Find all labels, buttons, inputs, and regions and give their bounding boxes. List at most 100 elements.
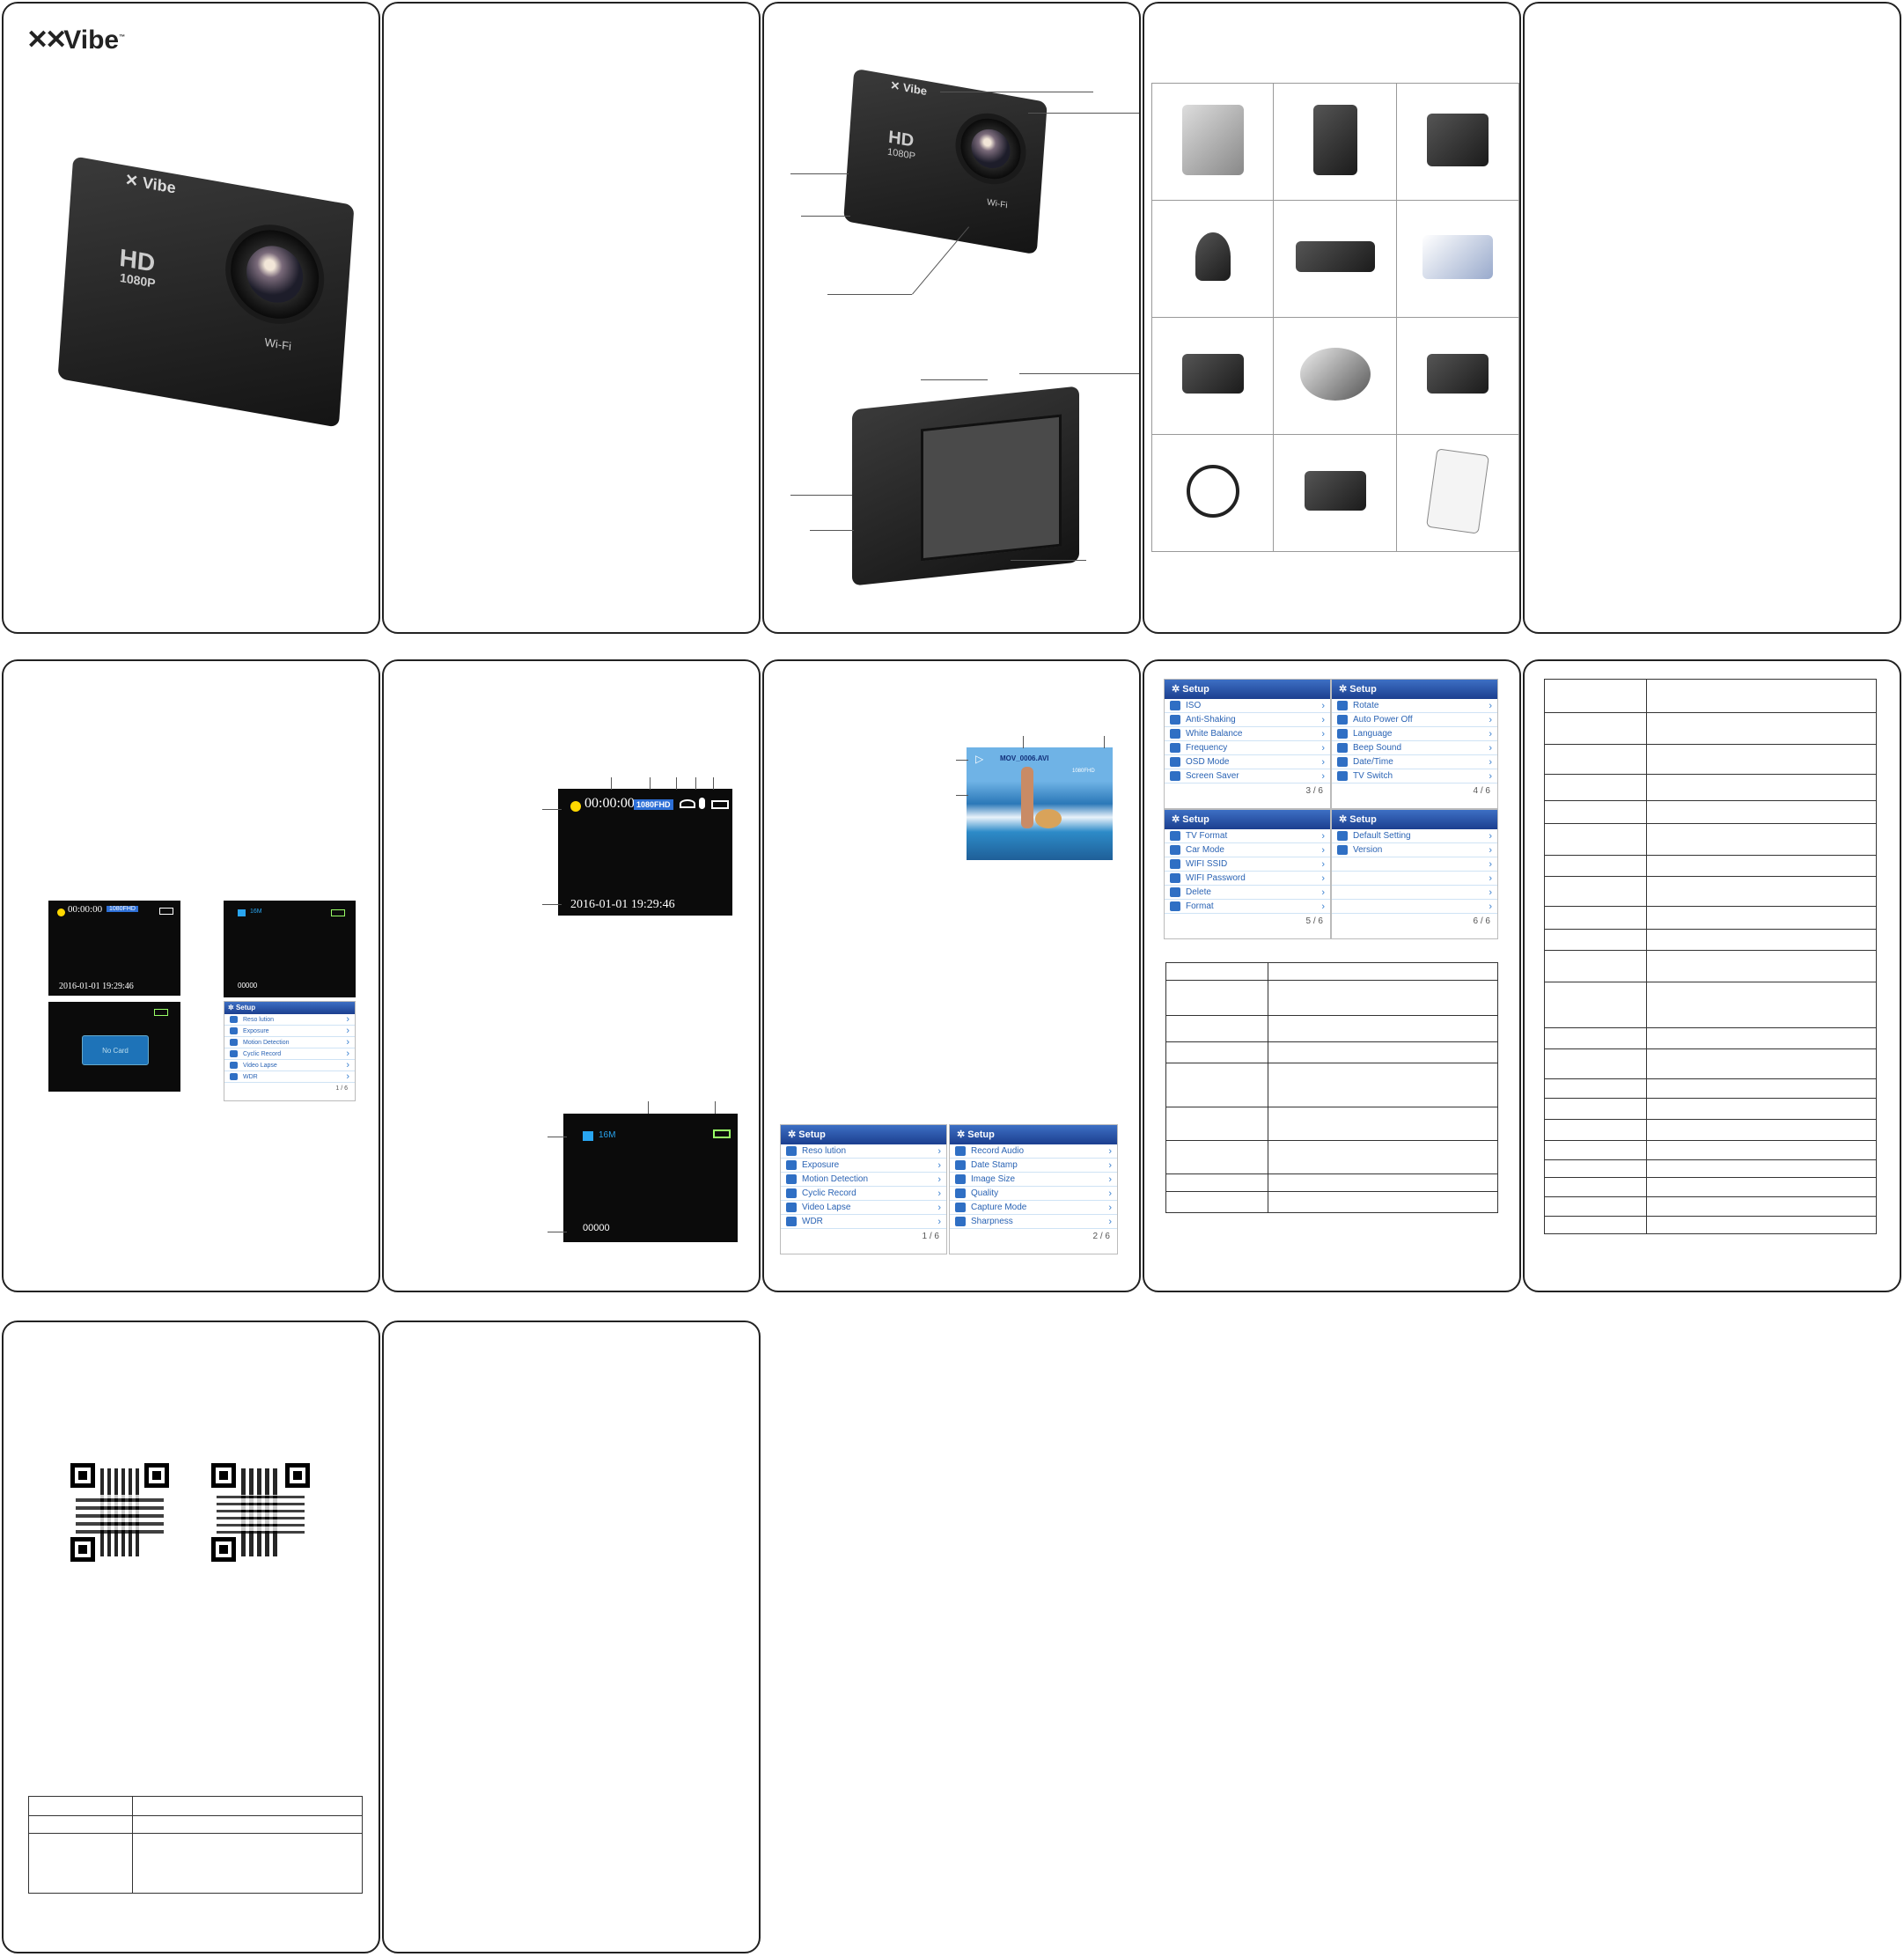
menu-item[interactable]: Frequency › <box>1165 741 1330 755</box>
setup-menu-page-5: ✲ Setup TV Format › Car Mode › WIFI SSID › … <box>1164 809 1331 939</box>
dog-figure <box>1035 809 1062 828</box>
menu-item[interactable]: Date Stamp › <box>950 1159 1117 1173</box>
menu-item[interactable]: Quality › <box>950 1187 1117 1201</box>
menu-item[interactable]: Motion Detection › <box>224 1037 355 1048</box>
menu-item[interactable]: Sharpness › <box>950 1215 1117 1229</box>
panel-screens-overview: 00:00:00 1080FHD 2016-01-01 19:29:46 No … <box>2 659 380 1292</box>
menu-item[interactable]: Format › <box>1165 900 1330 914</box>
page-indicator: 3 / 6 <box>1305 786 1323 796</box>
menu-item[interactable]: › <box>1332 872 1497 886</box>
menu-item[interactable]: Auto Power Off › <box>1332 713 1497 727</box>
menu-item[interactable]: White Balance › <box>1165 727 1330 741</box>
qr-code-icon[interactable] <box>70 1463 169 1562</box>
playback-resolution: 1080FHD <box>1072 769 1095 774</box>
menu-item[interactable]: Car Mode › <box>1165 843 1330 857</box>
menu-item[interactable]: WDR › <box>781 1215 946 1229</box>
menu-item[interactable]: Cyclic Record › <box>781 1187 946 1201</box>
menu-item[interactable]: › <box>1332 900 1497 914</box>
panel-osd-diagrams: 00:00:00 1080FHD 2016-01-01 19:29:46 16M… <box>382 659 761 1292</box>
no-card-thumb: No Card <box>48 1002 180 1092</box>
menu-item[interactable]: Beep Sound › <box>1332 741 1497 755</box>
panel-app-download <box>2 1321 380 1953</box>
menu-item[interactable]: Language › <box>1332 727 1497 741</box>
wifi-label-small: Wi-Fi <box>986 197 1008 211</box>
menu-item[interactable]: ISO › <box>1165 699 1330 713</box>
page-indicator: 1 / 6 <box>335 1085 348 1092</box>
setup-menu-page-1: ✲ Setup Reso lution › Exposure › Motion De… <box>780 1124 947 1254</box>
menu-item[interactable]: WDR › <box>224 1071 355 1083</box>
setup-header: ✲ Setup <box>1165 810 1330 829</box>
menu-item[interactable]: Version › <box>1332 843 1497 857</box>
qr-code-icon[interactable] <box>211 1463 310 1562</box>
menu-item[interactable]: › <box>1332 886 1497 900</box>
panel-camera-diagram: ✕ Vibe HD 1080P Wi-Fi <box>762 2 1141 634</box>
page-indicator: 5 / 6 <box>1305 916 1323 926</box>
panel-setup-menus: ✲ Setup ISO › Anti-Shaking › White Balance… <box>1143 659 1521 1292</box>
page-indicator: 4 / 6 <box>1473 786 1490 796</box>
qr-modules <box>76 1495 164 1534</box>
video-resolution: 1080FHD <box>634 799 673 810</box>
res-thumb: 1080FHD <box>107 906 138 912</box>
panel-spec-table <box>1523 659 1901 1292</box>
setup-menu-page-2: ✲ Setup Record Audio › Date Stamp › Image … <box>949 1124 1118 1254</box>
velcro-straps <box>1273 200 1397 318</box>
playback-filename: MOV_0006.AVI <box>1000 754 1049 762</box>
camera-diagram-front: ✕ Vibe HD 1080P Wi-Fi <box>843 68 1048 255</box>
handlebar-mount <box>1273 83 1397 201</box>
menu-item[interactable]: Date/Time › <box>1332 755 1497 769</box>
menu-item[interactable]: Record Audio › <box>950 1144 1117 1159</box>
menu-item[interactable]: Exposure › <box>781 1159 946 1173</box>
setup-menu-page-3: ✲ Setup ISO › Anti-Shaking › White Balance… <box>1164 679 1331 809</box>
menu-item[interactable]: Exposure › <box>224 1026 355 1037</box>
menu-item[interactable]: Image Size › <box>950 1173 1117 1187</box>
video-timer: 00:00:00 <box>584 796 635 811</box>
menu-item[interactable]: Rotate › <box>1332 699 1497 713</box>
joint-mount <box>1150 317 1275 435</box>
menu-item[interactable]: TV Format › <box>1165 829 1330 843</box>
tripod-adapter <box>1150 200 1275 318</box>
menu-item[interactable]: WIFI Password › <box>1165 872 1330 886</box>
page-indicator: 6 / 6 <box>1473 916 1490 926</box>
count-thumb: 00000 <box>238 982 258 990</box>
panel-cover: ✕✕Vibe™ ✕ Vibe HD 1080P Wi-Fi <box>2 2 380 634</box>
setup-header: ✲ Setup <box>781 1125 946 1144</box>
play-icon: ▷ <box>975 753 984 765</box>
battery-icon <box>159 908 173 915</box>
camera-front-photo: ✕ Vibe HD 1080P Wi-Fi <box>57 156 355 428</box>
menu-item[interactable]: Reso lution › <box>224 1014 355 1026</box>
menu-item[interactable]: WIFI SSID › <box>1165 857 1330 872</box>
menu-item[interactable]: Anti-Shaking › <box>1165 713 1330 727</box>
app-table <box>28 1796 363 1894</box>
menu-item[interactable]: Cyclic Record › <box>224 1048 355 1060</box>
menu-item[interactable]: Delete › <box>1165 886 1330 900</box>
settings-table <box>1165 962 1498 1213</box>
timer-thumb: 00:00:00 <box>68 904 103 915</box>
adhesive-pads <box>1395 200 1519 318</box>
mic-icon <box>699 798 705 809</box>
photo-count: 00000 <box>583 1223 610 1233</box>
size-thumb: 16M <box>250 909 262 915</box>
setup-header: ✲ Setup <box>1332 810 1497 829</box>
surfer-figure <box>1021 767 1033 828</box>
record-dot-icon <box>570 801 581 812</box>
panel-playback-menus: ▷ MOV_0006.AVI 1080FHD ✲ Setup Reso luti… <box>762 659 1141 1292</box>
page-indicator: 1 / 6 <box>922 1232 939 1241</box>
manual-card <box>1395 434 1519 552</box>
menu-item[interactable]: Screen Saver › <box>1165 769 1330 784</box>
menu-item[interactable]: Capture Mode › <box>950 1201 1117 1215</box>
menu-item[interactable]: Motion Detection › <box>781 1173 946 1187</box>
menu-item[interactable]: Video Lapse › <box>781 1201 946 1215</box>
menu-item[interactable]: OSD Mode › <box>1165 755 1330 769</box>
menu-item[interactable]: Default Setting › <box>1332 829 1497 843</box>
menu-item[interactable]: TV Switch › <box>1332 769 1497 784</box>
video-mode-thumb: 00:00:00 1080FHD 2016-01-01 19:29:46 <box>48 901 180 996</box>
menu-item[interactable]: › <box>1332 857 1497 872</box>
menu-item[interactable]: Video Lapse › <box>224 1060 355 1071</box>
photo-osd-screen: 16M 00000 <box>563 1114 738 1242</box>
menu-item[interactable]: Reso lution › <box>781 1144 946 1159</box>
tether <box>1273 317 1397 435</box>
video-osd-screen: 00:00:00 1080FHD 2016-01-01 19:29:46 <box>558 789 732 916</box>
spec-table <box>1544 679 1877 1234</box>
setup-header: ✲ Setup <box>950 1125 1117 1144</box>
usb-cable <box>1150 434 1275 552</box>
